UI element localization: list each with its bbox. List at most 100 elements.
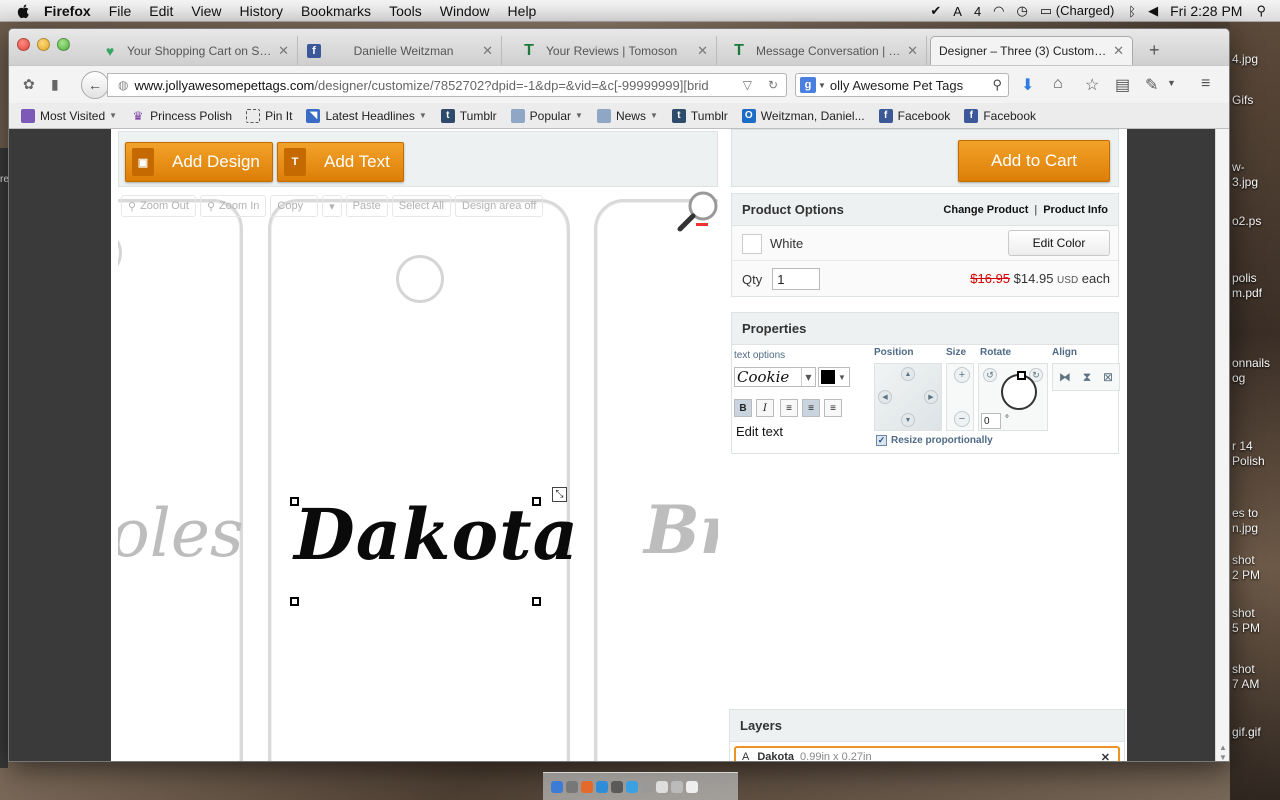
zoom-in-button[interactable]: ⚲ Zoom In (199, 195, 267, 217)
bookmark-tumblr[interactable]: t Tumblr (440, 108, 497, 123)
select-all-button[interactable]: Select All (391, 195, 451, 217)
close-window-button[interactable] (17, 38, 30, 51)
bookmark-princess-polish[interactable]: ♛ Princess Polish (131, 109, 232, 123)
desktop-file-label[interactable]: w- (1232, 160, 1245, 174)
battery-icon[interactable]: ▭ (Charged) (1040, 3, 1114, 19)
chevron-down-icon[interactable]: ▼ (1167, 78, 1176, 88)
menu-tools[interactable]: Tools (389, 3, 422, 19)
signal-icon[interactable]: ▮ (51, 76, 59, 93)
text-color-picker[interactable]: ▼ (818, 367, 850, 387)
bluetooth-icon[interactable]: ᛒ (1128, 4, 1136, 19)
menu-view[interactable]: View (191, 3, 221, 19)
desktop-file-label[interactable]: shot (1232, 606, 1255, 620)
bookmark-most-visited[interactable]: Most Visited ▼ (21, 108, 117, 123)
system-icon[interactable] (611, 780, 623, 793)
scroll-down-icon[interactable]: ▼ (1219, 753, 1227, 761)
zoom-window-button[interactable] (57, 38, 70, 51)
quantity-input[interactable]: 1 (772, 268, 821, 290)
move-up-icon[interactable]: ▲ (901, 367, 915, 381)
desktop-file-label[interactable]: shot (1232, 553, 1255, 567)
scroll-up-icon[interactable]: ▲ (1219, 743, 1227, 752)
desktop-file-label[interactable]: og (1232, 371, 1245, 385)
desktop-file-label[interactable]: r 14 (1232, 439, 1253, 453)
firefox-icon[interactable] (581, 780, 593, 793)
close-icon[interactable]: ✕ (1113, 43, 1124, 59)
url-bar[interactable]: ◍ www.jollyawesomepettags.com/designer/c… (107, 73, 787, 97)
align-right-icon[interactable]: ≡ (824, 399, 842, 417)
desktop-file-label[interactable]: shot (1232, 662, 1255, 676)
reading-list-icon[interactable]: ▤ (1115, 75, 1130, 95)
rotation-knob[interactable] (1017, 371, 1026, 380)
copy-button[interactable]: Copy (270, 195, 319, 217)
move-left-icon[interactable]: ◀ (878, 390, 892, 404)
safari-icon[interactable] (596, 780, 608, 793)
app-icon[interactable] (656, 780, 668, 793)
spotlight-search-icon[interactable]: ⚲ (1256, 3, 1266, 19)
menu-hamburger-icon[interactable]: ≡ (1201, 75, 1210, 93)
align-left-icon[interactable]: ≡ (780, 399, 798, 417)
app-icon[interactable] (671, 780, 683, 793)
left-tag-text[interactable]: oles (118, 495, 244, 572)
rotation-dial[interactable] (1001, 371, 1037, 410)
desktop-file-label[interactable]: 4.jpg (1232, 52, 1258, 66)
desktop-file-label[interactable]: n.jpg (1232, 521, 1258, 535)
back-button[interactable]: ← (81, 71, 109, 99)
tab-designer[interactable]: Designer – Three (3) Custom P... ✕ (930, 36, 1133, 65)
selection-handle-top-right[interactable] (532, 497, 541, 506)
app-icon[interactable] (641, 780, 653, 793)
zoom-out-button[interactable]: ⚲ Zoom Out (121, 195, 196, 217)
rotation-input[interactable]: 0 (981, 413, 1001, 429)
time-machine-icon[interactable]: ◷ (1017, 3, 1028, 19)
font-select[interactable]: Cookie ▼ (734, 367, 816, 387)
reload-icon[interactable]: ↻ (768, 78, 778, 92)
minimize-window-button[interactable] (37, 38, 50, 51)
url-dropdown-icon[interactable]: ▽ (743, 78, 752, 92)
launchpad-icon[interactable] (566, 780, 578, 793)
desktop-file-label[interactable]: 7 AM (1232, 677, 1259, 691)
magnifier-zoom-icon[interactable] (674, 189, 718, 237)
design-area-toggle[interactable]: Design area off (455, 195, 544, 217)
home-icon[interactable]: ⌂ (1053, 75, 1063, 93)
menu-edit[interactable]: Edit (149, 3, 173, 19)
rotate-left-icon[interactable]: ↺ (983, 368, 997, 382)
search-icon[interactable]: ⚲ (992, 77, 1002, 93)
close-icon[interactable]: ✕ (697, 43, 708, 59)
clock[interactable]: Fri 2:28 PM (1170, 3, 1242, 19)
desktop-file-label[interactable]: Gifs (1232, 93, 1253, 107)
apple-menu-icon[interactable] (16, 3, 32, 19)
search-input[interactable]: olly Awesome Pet Tags (830, 78, 993, 93)
skype-icon[interactable] (626, 780, 638, 793)
tab-message-conversation[interactable]: T Message Conversation | T... ✕ (724, 36, 927, 65)
desktop-file-label[interactable]: 5 PM (1232, 621, 1260, 635)
downloads-icon[interactable]: ⬇ (1021, 75, 1034, 95)
bookmark-weitzman[interactable]: O Weitzman, Daniel... (741, 108, 865, 123)
desktop-file-label[interactable]: m.pdf (1232, 286, 1262, 300)
selection-handle-bottom-left[interactable] (290, 597, 299, 606)
right-tag-outline[interactable] (594, 199, 718, 761)
align-horizontal-icon[interactable]: ⧓ (1059, 370, 1071, 384)
finder-icon[interactable] (551, 780, 563, 793)
edit-color-button[interactable]: Edit Color (1008, 230, 1110, 256)
new-tab-button[interactable]: + (1149, 40, 1160, 61)
size-decrease-icon[interactable]: − (954, 411, 970, 427)
volume-icon[interactable]: ◀ (1148, 3, 1158, 19)
desktop-file-label[interactable]: es to (1232, 506, 1258, 520)
align-center-icon[interactable]: ≡ (802, 399, 820, 417)
adobe-icon[interactable]: A (953, 4, 962, 19)
menu-file[interactable]: File (109, 3, 132, 19)
bookmark-tumblr-2[interactable]: t Tumblr (671, 108, 728, 123)
tab-your-reviews[interactable]: T Your Reviews | Tomoson ✕ (514, 36, 717, 65)
bookmark-popular[interactable]: Popular ▼ (510, 108, 583, 123)
desktop-file-label[interactable]: polis (1232, 271, 1257, 285)
selection-handle-bottom-right[interactable] (532, 597, 541, 606)
menu-help[interactable]: Help (508, 3, 537, 19)
menu-firefox[interactable]: Firefox (44, 3, 91, 19)
resize-corner-icon[interactable]: ⤡ (552, 487, 567, 502)
layer-item[interactable]: A Dakota 0.99in x 0.27in ✕ (734, 746, 1120, 761)
align-center-both-icon[interactable]: ⊠ (1103, 370, 1113, 384)
bookmark-pin-it[interactable]: Pin It (246, 108, 292, 123)
menu-bookmarks[interactable]: Bookmarks (301, 3, 371, 19)
product-info-link[interactable]: Product Info (1043, 204, 1108, 216)
menu-window[interactable]: Window (440, 3, 490, 19)
bookmark-facebook[interactable]: f Facebook (878, 108, 950, 123)
